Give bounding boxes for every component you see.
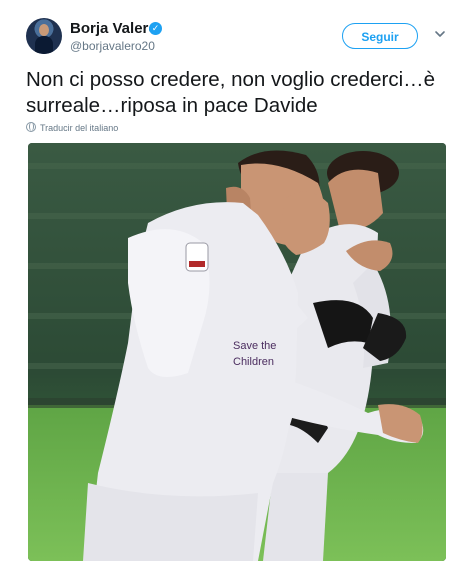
- avatar-body: [35, 36, 53, 54]
- globe-icon: [26, 122, 36, 132]
- tweet-photo[interactable]: Save the Children: [28, 143, 446, 561]
- display-name[interactable]: Borja Valero: [70, 20, 158, 37]
- svg-text:Children: Children: [233, 356, 274, 368]
- avatar-head: [39, 24, 49, 36]
- photo-illustration: Save the Children: [28, 143, 446, 561]
- user-handle[interactable]: @borjavalero20: [70, 39, 155, 53]
- svg-text:Save the: Save the: [233, 340, 276, 352]
- translate-link[interactable]: Traducir del italiano: [26, 122, 118, 133]
- verified-badge-icon: ✓: [149, 22, 162, 35]
- avatar[interactable]: [26, 18, 62, 54]
- tweet-text: Non ci posso credere, non voglio crederc…: [26, 68, 436, 117]
- follow-button[interactable]: Seguir: [342, 23, 418, 49]
- translate-label: Traducir del italiano: [40, 123, 119, 133]
- chevron-down-icon[interactable]: [433, 27, 447, 41]
- tweet-card: Borja Valero ✓ @borjavalero20 Seguir Non…: [0, 0, 474, 569]
